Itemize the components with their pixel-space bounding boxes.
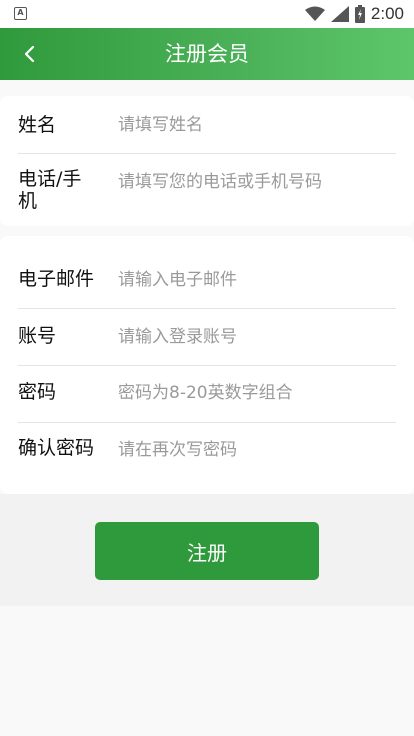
confirm-password-input[interactable] bbox=[118, 435, 398, 465]
phone-input[interactable] bbox=[118, 167, 398, 197]
form-row-email: 电子邮件 bbox=[0, 236, 414, 308]
app-notification-icon: A bbox=[14, 7, 27, 20]
signal-icon bbox=[330, 6, 349, 22]
password-input[interactable] bbox=[118, 378, 398, 408]
page-title: 注册会员 bbox=[165, 42, 249, 66]
status-bar: A 2:00 bbox=[0, 0, 414, 28]
form-row-confirm-password: 确认密码 bbox=[0, 423, 414, 494]
name-label: 姓名 bbox=[18, 114, 57, 136]
account-label: 账号 bbox=[18, 325, 57, 347]
register-button[interactable]: 注册 bbox=[95, 522, 319, 580]
account-input[interactable] bbox=[118, 322, 398, 352]
form-row-phone: 电话/手机 bbox=[0, 154, 414, 226]
form-section-account: 电子邮件 账号 密码 确认密码 bbox=[0, 236, 414, 494]
phone-label: 电话/手机 bbox=[18, 168, 82, 212]
app-bar: 注册会员 bbox=[0, 28, 414, 80]
email-input[interactable] bbox=[118, 265, 398, 295]
form-section-personal: 姓名 电话/手机 bbox=[0, 96, 414, 226]
status-time: 2:00 bbox=[370, 4, 404, 23]
back-button[interactable] bbox=[14, 38, 46, 70]
email-label: 电子邮件 bbox=[18, 268, 95, 290]
status-icons: 2:00 bbox=[304, 4, 404, 24]
chevron-left-icon bbox=[24, 45, 35, 63]
password-label: 密码 bbox=[18, 381, 57, 403]
wifi-icon bbox=[304, 6, 325, 21]
form-row-account: 账号 bbox=[0, 309, 414, 365]
name-input[interactable] bbox=[118, 110, 398, 140]
battery-icon bbox=[354, 5, 365, 23]
form-row-name: 姓名 bbox=[0, 96, 414, 153]
form-row-password: 密码 bbox=[0, 366, 414, 422]
confirm-password-label: 确认密码 bbox=[18, 437, 95, 459]
